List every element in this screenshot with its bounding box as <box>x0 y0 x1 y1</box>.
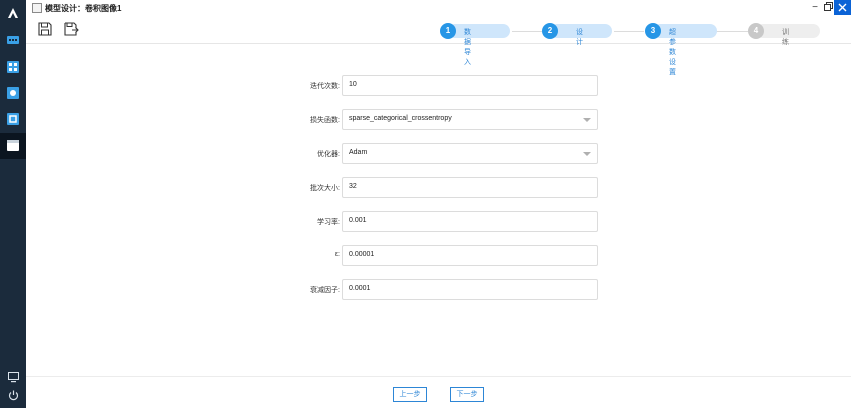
restore-button[interactable] <box>822 2 834 14</box>
sidebar-item-model[interactable] <box>6 86 20 100</box>
decay-label: 衰减因子: <box>310 287 340 294</box>
epochs-value: 10 <box>349 81 357 88</box>
epsilon-input[interactable]: 0.00001 <box>342 245 598 266</box>
batch-size-input[interactable]: 32 <box>342 177 598 198</box>
loss-select[interactable]: sparse_categorical_crossentropy <box>342 109 598 130</box>
optimizer-value: Adam <box>349 149 368 156</box>
step-label: 训练 <box>782 29 789 46</box>
sidebar-item-data[interactable] <box>6 60 20 74</box>
decay-value: 0.0001 <box>349 285 371 292</box>
loss-label: 损失函数: <box>310 117 340 124</box>
close-button[interactable] <box>834 0 851 15</box>
sidebar-item-design-active[interactable] <box>0 133 26 159</box>
batch-size-value: 32 <box>349 183 357 190</box>
step-connector <box>614 31 644 32</box>
optimizer-label: 优化器: <box>317 151 340 158</box>
step-label: 设计 <box>576 29 583 46</box>
document-icon <box>32 3 42 13</box>
restore-icon <box>823 2 833 11</box>
step-number: 2 <box>542 23 558 39</box>
chevron-down-icon <box>583 118 591 122</box>
monitor-icon <box>7 372 19 383</box>
learning-rate-value: 0.001 <box>349 217 367 224</box>
step-label: 数据导入 <box>464 29 471 66</box>
epsilon-value: 0.00001 <box>349 251 375 258</box>
train-icon <box>7 113 19 125</box>
learning-rate-input[interactable]: 0.001 <box>342 211 598 232</box>
epsilon-label: ε: <box>334 251 340 258</box>
model-icon <box>7 87 19 99</box>
app-logo-icon[interactable] <box>0 4 26 24</box>
sidebar-item-monitor[interactable] <box>7 372 19 384</box>
next-step-button[interactable]: 下一步 <box>450 387 484 402</box>
sidebar-item-train[interactable] <box>6 112 20 126</box>
step-number: 1 <box>440 23 456 39</box>
step-connector <box>512 31 542 32</box>
optimizer-select[interactable]: Adam <box>342 143 598 164</box>
epochs-label: 迭代次数: <box>310 83 340 90</box>
batch-size-label: 批次大小: <box>310 185 340 192</box>
power-icon <box>8 390 18 401</box>
toolbar: 1 数据导入 2 设计 3 超参数设置 4 训练 <box>26 17 851 76</box>
sidebar-item-power[interactable] <box>7 390 19 402</box>
loss-value: sparse_categorical_crossentropy <box>349 115 452 122</box>
epochs-input[interactable]: 10 <box>342 75 598 96</box>
minimize-button[interactable]: − <box>809 2 821 14</box>
dataset-icon <box>7 61 19 73</box>
title-bar: 模型设计：卷积图像1 − <box>26 0 851 17</box>
step-label: 超参数设置 <box>669 29 676 76</box>
footer-bar: 上一步 下一步 <box>26 376 851 409</box>
close-icon <box>838 3 847 12</box>
window-title: 模型设计：卷积图像1 <box>45 4 122 13</box>
chevron-down-icon <box>583 152 591 156</box>
step-number: 4 <box>748 23 764 39</box>
decay-input[interactable]: 0.0001 <box>342 279 598 300</box>
app-sidebar <box>0 0 26 408</box>
prev-step-button[interactable]: 上一步 <box>393 387 427 402</box>
learning-rate-label: 学习率: <box>317 219 340 226</box>
step-number: 3 <box>645 23 661 39</box>
message-icon <box>7 36 19 44</box>
sidebar-item-chat[interactable] <box>6 34 20 48</box>
wizard-steps: 1 数据导入 2 设计 3 超参数设置 4 训练 <box>26 23 851 76</box>
window-icon <box>7 140 19 151</box>
step-connector <box>716 31 748 32</box>
